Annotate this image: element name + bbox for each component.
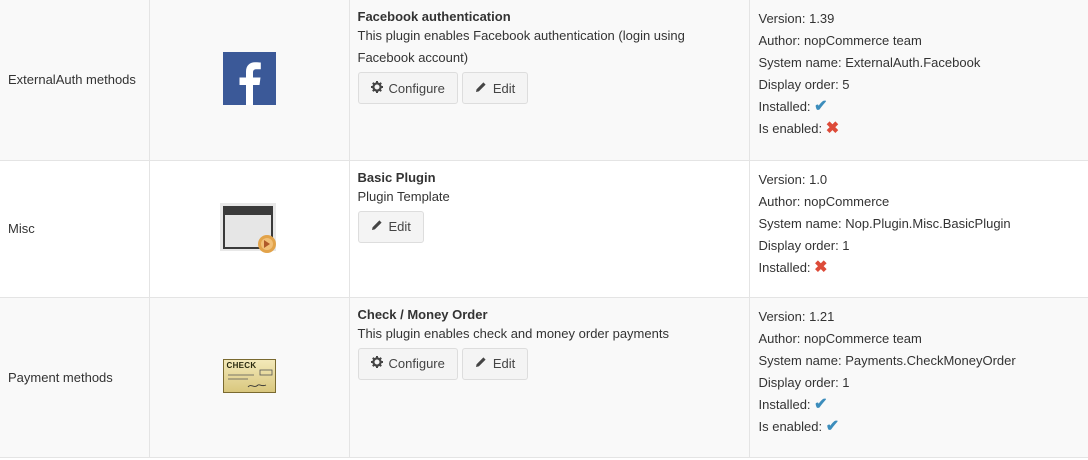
plugin-installed: Installed: ✖ [759, 257, 1080, 279]
plugin-meta-cell: Version: 1.21 Author: nopCommerce team S… [749, 297, 1088, 458]
facebook-logo-icon [222, 51, 276, 105]
gear-icon [370, 356, 383, 371]
plugin-name: Check / Money Order [357, 306, 488, 322]
plugin-author: Author: nopCommerce team [758, 330, 922, 346]
check-icon: ✔ [814, 395, 828, 413]
installed-label: Installed: [758, 396, 811, 412]
plugin-meta-cell: Version: 1.39 Author: nopCommerce team S… [749, 0, 1088, 161]
plugin-meta-cell: Version: 1.0 Author: nopCommerce System … [749, 160, 1088, 298]
plugin-author: Author: nopCommerce [758, 193, 890, 209]
plugin-info-cell: Basic Plugin Plugin Template Edit [349, 160, 750, 298]
group-cell: Payment methods [0, 297, 150, 458]
edit-button[interactable]: Edit [461, 72, 529, 104]
logo-cell [149, 0, 350, 161]
table-row: Misc Basic Plugin Plugin Template Edit V… [0, 160, 1088, 298]
plugin-version: Version: 1.39 [758, 11, 835, 26]
group-cell: ExternalAuth methods [0, 0, 150, 161]
edit-button-label: Edit [388, 219, 411, 234]
enabled-label: Is enabled: [758, 121, 823, 136]
installed-label: Installed: [758, 259, 811, 275]
plugin-installed: Installed: ✔ [759, 394, 1080, 416]
edit-button[interactable]: Edit [357, 210, 424, 243]
plugin-enabled: Is enabled: ✔ [759, 416, 1080, 438]
cross-icon: ✖ [814, 258, 828, 276]
plugin-info-cell: Facebook authentication This plugin enab… [349, 0, 750, 161]
plugin-info-cell: Check / Money Order This plugin enables … [349, 297, 750, 458]
plugin-version: Version: 1.21 [758, 308, 835, 324]
plugin-name: Facebook authentication [357, 9, 511, 24]
plugin-system-name: System name: ExternalAuth.Facebook [758, 55, 981, 70]
plugin-actions: Edit [357, 210, 741, 243]
cross-icon: ✖ [825, 120, 840, 137]
table-row: ExternalAuth methods Facebook authentica… [0, 0, 1088, 161]
plugin-group-label: Misc [8, 221, 35, 236]
plugin-system-name: System name: Nop.Plugin.Misc.BasicPlugin [758, 215, 1011, 231]
edit-button-label: Edit [492, 356, 516, 371]
plugin-display-order: Display order: 5 [758, 77, 850, 92]
plugin-version: Version: 1.0 [758, 171, 828, 187]
edit-button[interactable]: Edit [461, 347, 529, 380]
configure-button[interactable]: Configure [357, 347, 458, 380]
plugin-installed: Installed: ✔ [759, 96, 1080, 118]
table-row: Payment methods CHECK Check / Money Orde… [0, 297, 1088, 458]
plugin-description: Plugin Template [357, 188, 450, 204]
check-money-order-logo-icon: CHECK [222, 358, 276, 393]
edit-button-label: Edit [492, 80, 516, 96]
plugin-description: This plugin enables check and money orde… [357, 325, 669, 341]
enabled-label: Is enabled: [758, 418, 823, 434]
plugin-name: Basic Plugin [357, 169, 436, 185]
check-icon: ✔ [814, 98, 828, 115]
configure-button[interactable]: Configure [357, 72, 458, 104]
configure-button-label: Configure [388, 80, 445, 96]
logo-cell: CHECK [149, 297, 350, 458]
plugin-group-label: Payment methods [8, 369, 113, 385]
installed-label: Installed: [758, 99, 811, 114]
pencil-icon [475, 356, 487, 371]
plugin-display-order: Display order: 1 [758, 374, 850, 390]
pencil-icon [475, 81, 487, 96]
plugin-enabled: Is enabled: ✖ [759, 118, 1080, 140]
plugin-actions: Configure Edit [357, 347, 741, 380]
plugin-system-name: System name: Payments.CheckMoneyOrder [758, 352, 1016, 368]
plugin-description: This plugin enables Facebook authenticat… [357, 28, 685, 65]
check-icon: ✔ [825, 417, 840, 435]
plugins-table: ExternalAuth methods Facebook authentica… [0, 0, 1088, 458]
configure-button-label: Configure [388, 356, 445, 371]
plugin-author: Author: nopCommerce team [758, 33, 922, 48]
pencil-icon [371, 219, 383, 234]
gear-icon [370, 80, 383, 96]
group-cell: Misc [0, 160, 150, 298]
plugin-actions: Configure Edit [357, 72, 741, 104]
plugin-display-order: Display order: 1 [758, 237, 850, 253]
basic-plugin-logo-icon [219, 201, 279, 253]
plugin-group-label: ExternalAuth methods [8, 72, 136, 88]
logo-cell [149, 160, 350, 298]
